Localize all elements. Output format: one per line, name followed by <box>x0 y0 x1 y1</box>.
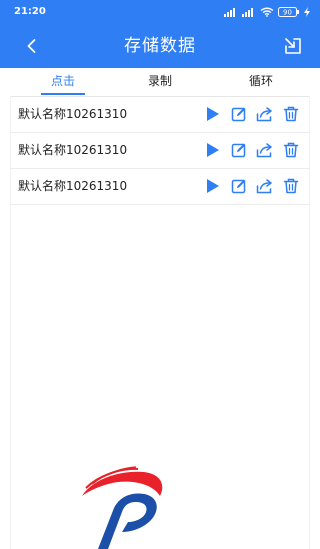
import-button[interactable] <box>284 37 302 55</box>
play-button[interactable] <box>204 105 222 123</box>
share-button[interactable] <box>256 141 274 159</box>
status-bar: 21:20 90 <box>0 0 320 24</box>
tab-record[interactable]: 录制 <box>130 73 190 91</box>
share-button[interactable] <box>256 177 274 195</box>
item-name: 默认名称10261310 <box>18 107 128 121</box>
share-icon <box>256 143 272 158</box>
charging-icon <box>304 7 310 17</box>
signal-icon <box>224 7 235 17</box>
page-title: 存储数据 <box>124 36 196 56</box>
wifi-icon <box>260 7 274 17</box>
list-item[interactable]: 默认名称10261310 <box>10 169 310 205</box>
tab-click[interactable]: 点击 <box>33 73 93 91</box>
app-screen: 21:20 90 存储数据 点击 录制 循环 默认名称10261310 默认名称… <box>0 0 320 549</box>
battery-icon: 90 <box>278 7 299 17</box>
share-icon <box>256 179 272 194</box>
tab-loop[interactable]: 循环 <box>231 73 291 91</box>
share-button[interactable] <box>256 105 274 123</box>
list-item[interactable]: 默认名称10261310 <box>10 133 310 169</box>
tab-indicator <box>41 93 85 95</box>
battery-level: 90 <box>283 9 292 17</box>
play-button[interactable] <box>204 177 222 195</box>
edit-icon <box>231 179 246 194</box>
tab-bar: 点击 录制 循环 <box>10 68 310 97</box>
signal-icon-2 <box>242 7 253 17</box>
saved-data-list: 默认名称10261310 默认名称10261310 默认名称10261310 <box>10 97 310 205</box>
item-actions <box>196 176 300 196</box>
delete-button[interactable] <box>282 141 300 159</box>
delete-button[interactable] <box>282 105 300 123</box>
edit-button[interactable] <box>230 141 248 159</box>
status-time: 21:20 <box>14 6 46 17</box>
play-icon <box>207 179 219 193</box>
brand-logo-icon <box>82 466 163 549</box>
share-icon <box>256 107 272 122</box>
item-name: 默认名称10261310 <box>18 179 128 193</box>
play-button[interactable] <box>204 141 222 159</box>
import-box-icon <box>285 38 301 54</box>
app-bar: 存储数据 <box>0 24 320 68</box>
list-item[interactable]: 默认名称10261310 <box>10 97 310 133</box>
item-actions <box>196 140 300 160</box>
play-icon <box>207 143 219 157</box>
delete-button[interactable] <box>282 177 300 195</box>
delete-icon <box>283 142 299 158</box>
play-icon <box>207 107 219 121</box>
item-actions <box>196 104 300 124</box>
edit-button[interactable] <box>230 105 248 123</box>
delete-icon <box>283 106 299 122</box>
edit-icon <box>231 107 246 122</box>
item-name: 默认名称10261310 <box>18 143 128 157</box>
delete-icon <box>283 178 299 194</box>
edit-icon <box>231 143 246 158</box>
edit-button[interactable] <box>230 177 248 195</box>
status-icons: 90 <box>224 5 310 19</box>
